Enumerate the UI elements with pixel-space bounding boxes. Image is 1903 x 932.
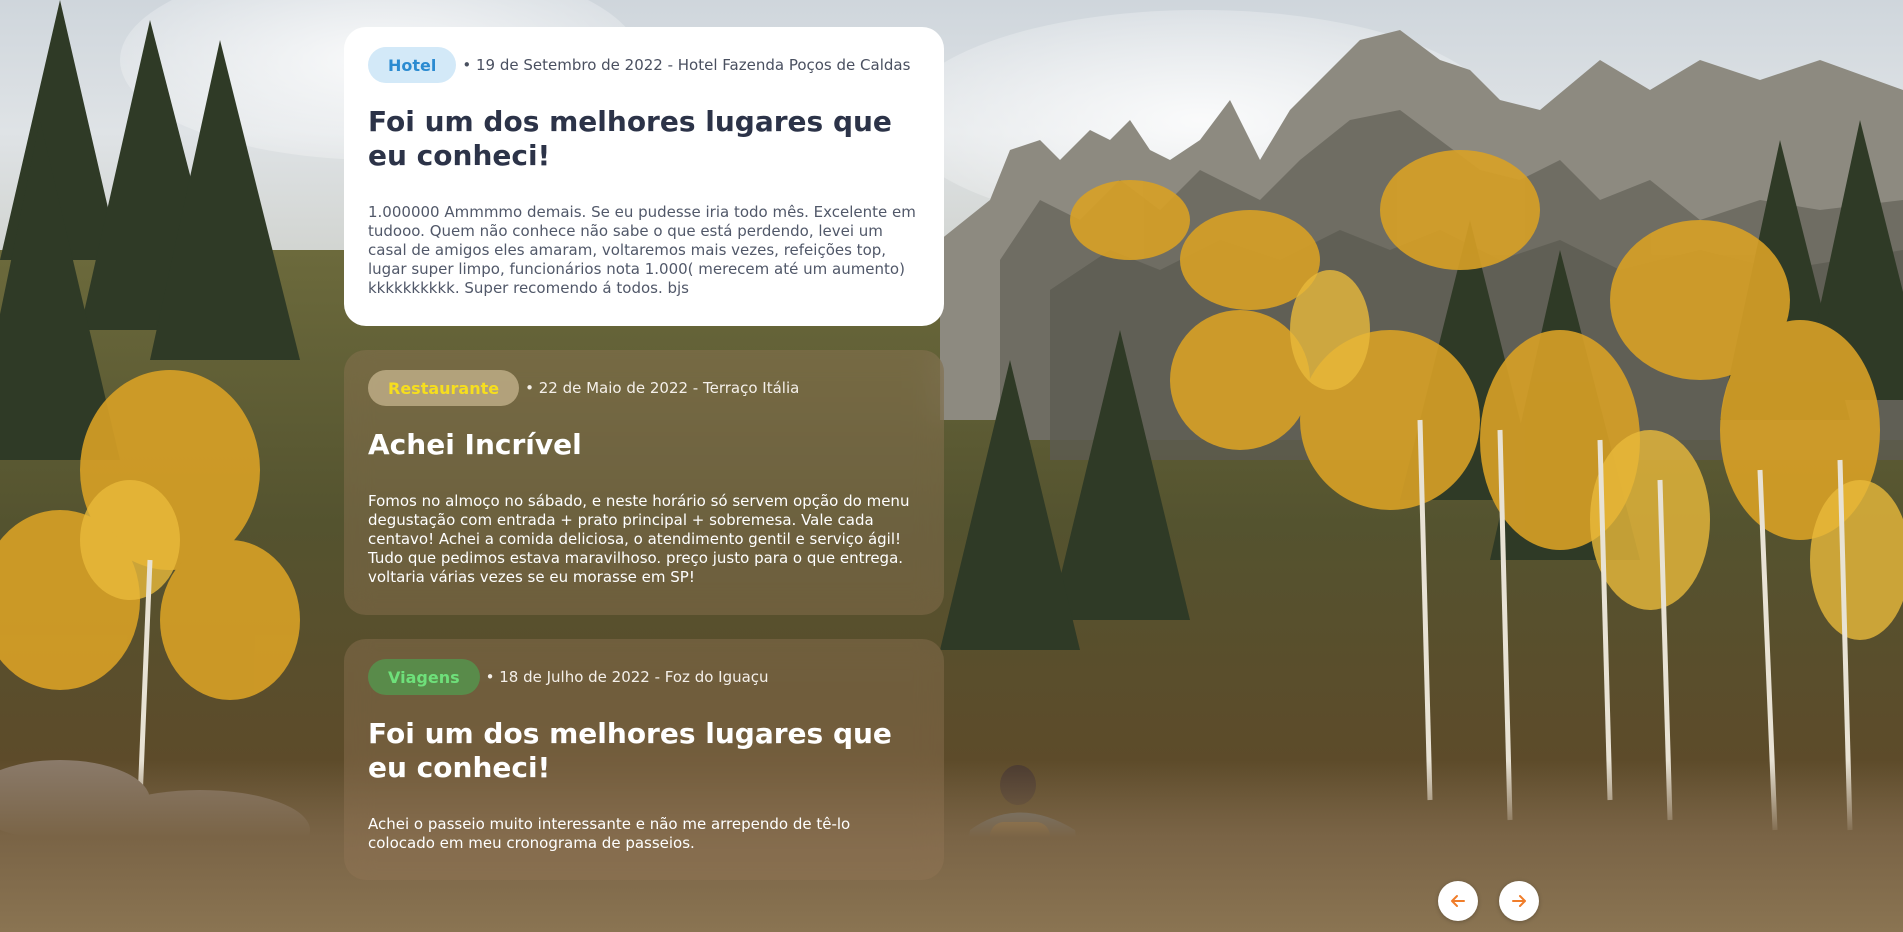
review-meta: Viagens • 18 de Julho de 2022 - Foz do I… bbox=[368, 659, 920, 695]
review-card-hotel[interactable]: Hotel • 19 de Setembro de 2022 - Hotel F… bbox=[344, 27, 944, 326]
hero-section: Hotel • 19 de Setembro de 2022 - Hotel F… bbox=[0, 0, 1903, 932]
review-date-location: • 22 de Maio de 2022 - Terraço Itália bbox=[525, 379, 800, 397]
review-date-location: • 19 de Setembro de 2022 - Hotel Fazenda… bbox=[462, 56, 911, 74]
review-meta: Restaurante • 22 de Maio de 2022 - Terra… bbox=[368, 370, 920, 406]
review-card-trips[interactable]: Viagens • 18 de Julho de 2022 - Foz do I… bbox=[344, 639, 944, 880]
review-body: Fomos no almoço no sábado, e neste horár… bbox=[368, 492, 910, 586]
next-button[interactable] bbox=[1499, 881, 1539, 921]
arrow-left-icon bbox=[1451, 895, 1465, 907]
review-title: Foi um dos melhores lugares que eu conhe… bbox=[368, 717, 892, 784]
arrow-right-icon bbox=[1512, 895, 1526, 907]
category-tag-restaurant[interactable]: Restaurante bbox=[368, 370, 520, 406]
ground bbox=[0, 760, 1903, 932]
review-card-restaurant[interactable]: Restaurante • 22 de Maio de 2022 - Terra… bbox=[344, 350, 944, 615]
review-body: Achei o passeio muito interessante e não… bbox=[368, 815, 851, 852]
prev-button[interactable] bbox=[1438, 881, 1478, 921]
review-title: Achei Incrível bbox=[368, 428, 582, 461]
category-tag-hotel[interactable]: Hotel bbox=[368, 47, 457, 83]
review-body: 1.000000 Ammmmo demais. Se eu pudesse ir… bbox=[368, 203, 916, 297]
category-tag-trips[interactable]: Viagens bbox=[368, 659, 480, 695]
review-title: Foi um dos melhores lugares que eu conhe… bbox=[368, 105, 892, 172]
review-date-location: • 18 de Julho de 2022 - Foz do Iguaçu bbox=[485, 668, 769, 686]
review-meta: Hotel • 19 de Setembro de 2022 - Hotel F… bbox=[368, 47, 920, 83]
